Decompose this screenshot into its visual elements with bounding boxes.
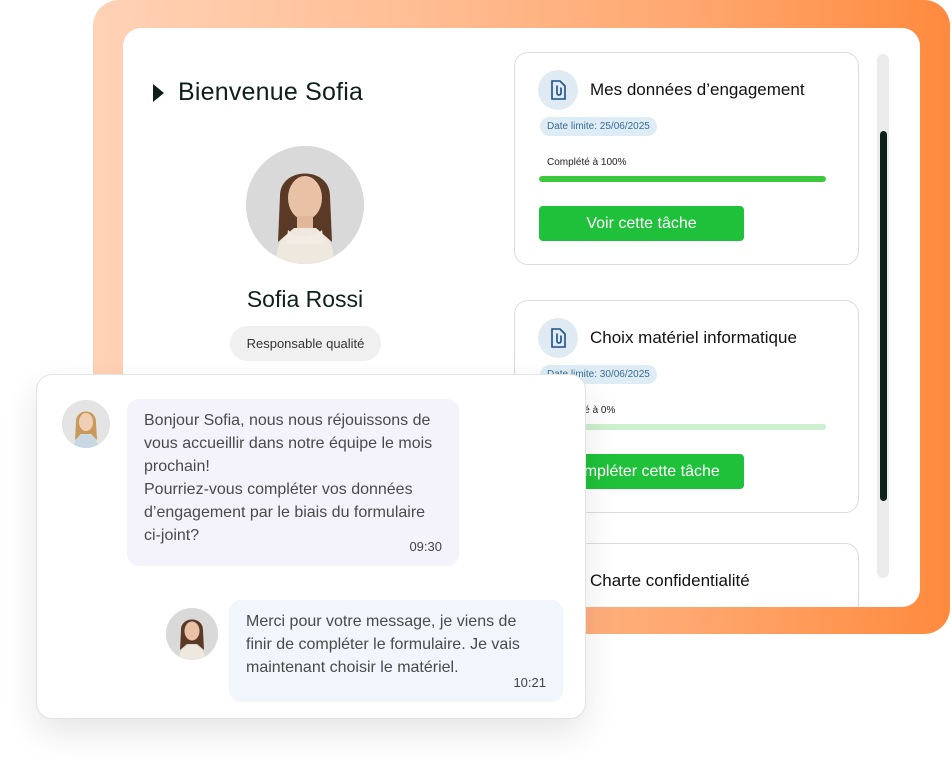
task-title: Charte confidentialité: [590, 571, 750, 590]
user-avatar: [166, 608, 218, 660]
message-bubble-sent: Merci pour votre message, je viens de fi…: [229, 600, 563, 702]
progress-label: Complété à 100%: [547, 157, 627, 168]
view-task-button[interactable]: Voir cette tâche: [539, 206, 744, 241]
message-bubble-received: Bonjour Sofia, nous nous réjouissons de …: [127, 399, 459, 566]
welcome-heading: Bienvenue Sofia: [153, 78, 363, 107]
role-badge: Responsable qualité: [230, 326, 381, 361]
task-card: Mes données d’engagement Date limite: 25…: [514, 52, 859, 265]
task-title: Choix matériel informatique: [590, 328, 797, 347]
avatar: [246, 146, 364, 264]
scrollbar-thumb[interactable]: [880, 131, 887, 501]
sender-avatar: [62, 400, 110, 448]
message-text: Bonjour Sofia, nous nous réjouissons de …: [144, 412, 433, 544]
task-title: Mes données d’engagement: [590, 80, 805, 99]
message-time: 09:30: [409, 539, 442, 554]
welcome-title: Bienvenue Sofia: [178, 78, 364, 106]
caret-right-icon: [153, 83, 164, 102]
chat-window: Bonjour Sofia, nous nous réjouissons de …: [36, 374, 586, 719]
document-paperclip-icon: [538, 70, 578, 110]
message-time: 10:21: [513, 675, 546, 690]
user-name: Sofia Rossi: [246, 286, 364, 312]
deadline-badge: Date limite: 25/06/2025: [540, 117, 657, 136]
document-paperclip-icon: [538, 318, 578, 358]
progress-bar: [539, 176, 826, 182]
progress-fill: [539, 176, 826, 182]
message-text: Merci pour votre message, je viens de fi…: [246, 613, 520, 676]
